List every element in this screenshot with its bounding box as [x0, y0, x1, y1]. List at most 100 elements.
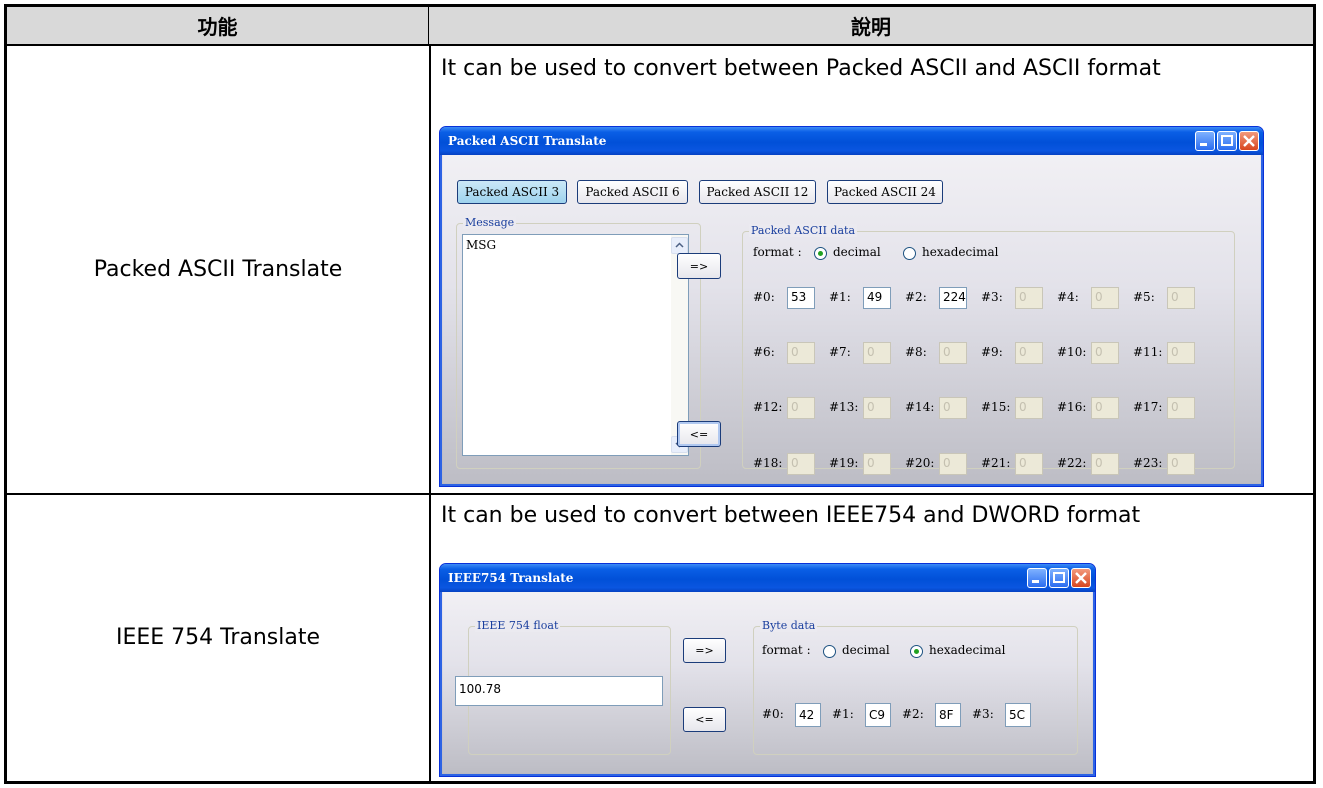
field-label-10: #10:	[1057, 345, 1087, 359]
mode-button-packed-ascii-12[interactable]: Packed ASCII 12	[699, 180, 816, 204]
ieee754-window: IEEE754 Translate IEEE 754 float 100.78 …	[439, 563, 1096, 777]
packed-byte-field-13[interactable]: 0	[863, 397, 891, 419]
packed-byte-field-20[interactable]: 0	[939, 453, 967, 475]
field-label-7: #7:	[829, 345, 851, 359]
maximize-icon[interactable]	[1217, 131, 1237, 151]
field-label-0: #0:	[753, 290, 775, 304]
row-name-ieee754: IEEE 754 Translate	[115, 625, 321, 650]
format-hexadecimal-radio[interactable]	[910, 645, 923, 658]
message-group: Message MSG	[456, 216, 701, 469]
window-title: IEEE754 Translate	[448, 571, 574, 585]
byte-field-1[interactable]: C9	[865, 703, 891, 727]
header-feature: 功能	[7, 7, 429, 46]
field-label-15: #15:	[981, 400, 1011, 414]
scroll-up-icon[interactable]	[671, 237, 688, 254]
convert-left-button[interactable]: <=	[677, 421, 721, 447]
packed-byte-field-22[interactable]: 0	[1091, 453, 1119, 475]
packed-byte-field-18[interactable]: 0	[787, 453, 815, 475]
convert-right-button[interactable]: =>	[677, 253, 721, 279]
field-label-12: #12:	[753, 400, 783, 414]
format-decimal-label: decimal	[833, 245, 881, 259]
field-label-19: #19:	[829, 456, 859, 470]
packed-byte-field-9[interactable]: 0	[1015, 342, 1043, 364]
float-group-label: IEEE 754 float	[475, 619, 561, 632]
byte-label-0: #0:	[762, 707, 784, 721]
minimize-icon[interactable]	[1195, 131, 1215, 151]
minimize-icon[interactable]	[1027, 568, 1047, 588]
packed-byte-field-4[interactable]: 0	[1091, 287, 1119, 309]
row-description-ieee754: It can be used to convert between IEEE75…	[441, 503, 1141, 528]
packed-byte-field-23[interactable]: 0	[1167, 453, 1195, 475]
packed-byte-field-8[interactable]: 0	[939, 342, 967, 364]
packed-byte-field-10[interactable]: 0	[1091, 342, 1119, 364]
packed-byte-field-17[interactable]: 0	[1167, 397, 1195, 419]
row-description-packed-ascii: It can be used to convert between Packed…	[441, 56, 1161, 81]
convert-right-button[interactable]: =>	[683, 638, 726, 663]
packed-byte-field-0[interactable]: 53	[787, 287, 815, 309]
message-textarea[interactable]: MSG	[462, 234, 689, 456]
field-label-5: #5:	[1133, 290, 1155, 304]
field-label-4: #4:	[1057, 290, 1079, 304]
byte-data-group: Byte data format : decimal hexadecimal #…	[753, 619, 1078, 755]
byte-field-3[interactable]: 5C	[1005, 703, 1031, 727]
close-icon[interactable]	[1239, 131, 1259, 151]
field-label-1: #1:	[829, 290, 851, 304]
packed-data-group-label: Packed ASCII data	[749, 224, 858, 237]
header-description: 說明	[429, 7, 1313, 46]
packed-byte-field-11[interactable]: 0	[1167, 342, 1195, 364]
window-titlebar: Packed ASCII Translate	[440, 127, 1263, 155]
window-body: Packed ASCII 3 Packed ASCII 6 Packed ASC…	[443, 155, 1260, 483]
float-input[interactable]: 100.78	[455, 676, 663, 706]
packed-byte-field-19[interactable]: 0	[863, 453, 891, 475]
field-label-13: #13:	[829, 400, 859, 414]
packed-data-group: Packed ASCII data format : decimal hexad…	[742, 224, 1235, 475]
field-label-9: #9:	[981, 345, 1003, 359]
window-title: Packed ASCII Translate	[448, 134, 607, 148]
packed-ascii-window: Packed ASCII Translate Packed ASCII 3 Pa…	[439, 126, 1264, 487]
maximize-icon[interactable]	[1049, 568, 1069, 588]
format-hexadecimal-radio[interactable]	[903, 247, 916, 260]
packed-byte-field-6[interactable]: 0	[787, 342, 815, 364]
packed-byte-field-16[interactable]: 0	[1091, 397, 1119, 419]
packed-byte-field-14[interactable]: 0	[939, 397, 967, 419]
field-label-23: #23:	[1133, 456, 1163, 470]
message-group-label: Message	[463, 216, 517, 229]
byte-field-2[interactable]: 8F	[935, 703, 961, 727]
mode-button-packed-ascii-6[interactable]: Packed ASCII 6	[577, 180, 688, 204]
byte-field-0[interactable]: 42	[795, 703, 821, 727]
field-label-20: #20:	[905, 456, 935, 470]
packed-byte-field-12[interactable]: 0	[787, 397, 815, 419]
window-body: IEEE 754 float 100.78 => <= Byte data fo…	[443, 592, 1092, 773]
byte-label-2: #2:	[902, 707, 924, 721]
close-icon[interactable]	[1071, 568, 1091, 588]
packed-byte-field-1[interactable]: 49	[863, 287, 891, 309]
packed-byte-field-21[interactable]: 0	[1015, 453, 1043, 475]
byte-label-3: #3:	[972, 707, 994, 721]
packed-byte-field-7[interactable]: 0	[863, 342, 891, 364]
message-text: MSG	[466, 238, 497, 252]
convert-left-button[interactable]: <=	[683, 707, 726, 732]
format-decimal-radio[interactable]	[823, 645, 836, 658]
field-label-14: #14:	[905, 400, 935, 414]
byte-label-1: #1:	[832, 707, 854, 721]
field-label-22: #22:	[1057, 456, 1087, 470]
packed-byte-field-15[interactable]: 0	[1015, 397, 1043, 419]
packed-byte-field-5[interactable]: 0	[1167, 287, 1195, 309]
format-hexadecimal-label: hexadecimal	[929, 643, 1006, 657]
field-label-3: #3:	[981, 290, 1003, 304]
field-label-16: #16:	[1057, 400, 1087, 414]
format-decimal-radio[interactable]	[814, 247, 827, 260]
packed-byte-field-3[interactable]: 0	[1015, 287, 1043, 309]
format-hexadecimal-label: hexadecimal	[922, 245, 999, 259]
window-titlebar: IEEE754 Translate	[440, 564, 1095, 592]
field-label-8: #8:	[905, 345, 927, 359]
format-decimal-label: decimal	[842, 643, 890, 657]
mode-button-packed-ascii-24[interactable]: Packed ASCII 24	[827, 180, 943, 204]
float-group: IEEE 754 float 100.78	[455, 619, 671, 755]
mode-button-packed-ascii-3[interactable]: Packed ASCII 3	[457, 180, 567, 204]
byte-data-group-label: Byte data	[760, 619, 818, 632]
row-name-packed-ascii: Packed ASCII Translate	[93, 257, 343, 282]
field-label-2: #2:	[905, 290, 927, 304]
column-divider	[429, 46, 431, 781]
packed-byte-field-2[interactable]: 224	[939, 287, 967, 309]
